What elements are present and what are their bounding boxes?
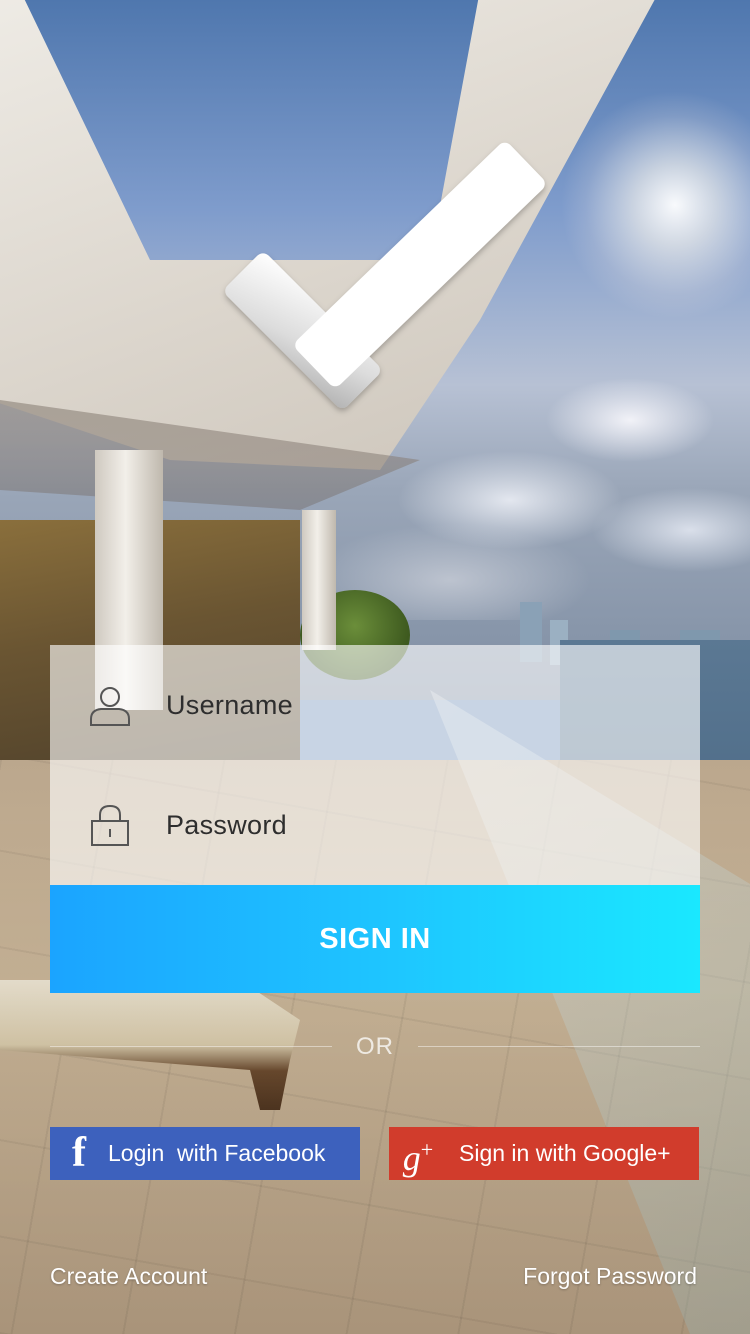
sign-in-button[interactable]: SIGN IN [50,885,700,993]
facebook-login-label: Login with Facebook [108,1140,326,1166]
username-placeholder: Username [166,690,293,720]
password-placeholder: Password [166,810,287,840]
facebook-icon: f [72,1130,86,1176]
password-field[interactable]: Password [50,765,700,885]
user-icon [90,687,130,726]
divider-line [418,1046,700,1047]
forgot-password-link[interactable]: Forgot Password [523,1262,697,1290]
facebook-login-button[interactable]: f Login with Facebook [50,1127,360,1180]
or-divider: OR [50,1030,700,1064]
google-plus-icon: g+ [402,1136,434,1178]
create-account-link[interactable]: Create Account [50,1262,207,1290]
google-signin-label: Sign in with Google+ [459,1140,671,1166]
username-field[interactable]: Username [50,645,700,765]
divider-line [50,1046,332,1047]
checkmark-logo-icon [225,142,545,408]
login-panel: Username Password [50,645,700,885]
lock-icon [91,804,129,846]
or-text: OR [356,1033,394,1060]
google-signin-button[interactable]: g+ Sign in with Google+ [389,1127,699,1180]
